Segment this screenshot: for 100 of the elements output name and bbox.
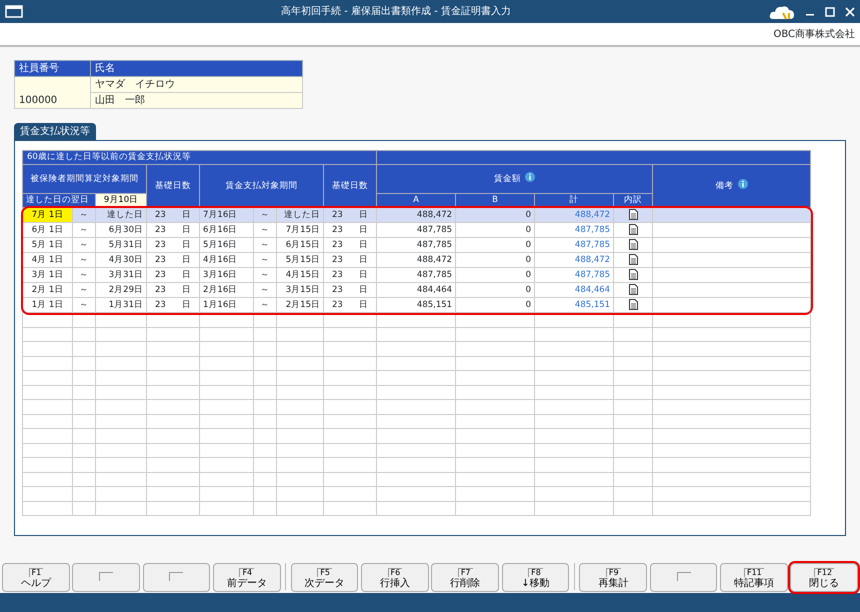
day-unit: 日	[182, 254, 191, 266]
table-cell: ～	[254, 222, 276, 238]
day-count: 23	[155, 208, 166, 222]
day-count: 23	[155, 298, 166, 312]
table-cell-text: 5月 1日	[30, 239, 64, 252]
day-unit: 日	[359, 238, 368, 252]
day-count: 23	[155, 284, 166, 296]
function-key-button[interactable]: F11 特記事項	[720, 563, 788, 592]
function-key-button[interactable]: F7 行削除	[431, 563, 500, 592]
table-cell: 0	[456, 268, 535, 282]
employee-name: 山田 一郎	[95, 95, 145, 106]
column-header: 社員番号	[14, 60, 90, 76]
table-row[interactable]: 6月 1日 ～ 6月30日 23 日 6月16日 ～ 7月15日 23 日 487,785 0 487,785	[22, 222, 811, 238]
table-cell: ～	[254, 268, 276, 282]
info-icon[interactable]	[738, 179, 748, 190]
table-cell: 487,785	[534, 222, 614, 238]
day-unit: 日	[182, 238, 191, 252]
table-cell: 1月16日	[200, 298, 254, 312]
table-cell: 488,472	[376, 208, 456, 222]
day-count: 23	[155, 268, 166, 282]
table-cell: ～	[72, 298, 96, 312]
table-cell: ～	[72, 268, 96, 282]
table-cell: 0	[456, 282, 535, 298]
table-row[interactable]: 2月 1日 ～ 2月29日 23 日 2月16日 ～ 3月15日 23 日 484,464 0 484,464	[22, 282, 811, 298]
table-cell: 488,472	[534, 208, 614, 222]
day-unit: 日	[182, 224, 191, 236]
maximize-icon[interactable]	[825, 6, 835, 16]
table-cell: 達した日	[276, 208, 324, 222]
table-row[interactable]: 1月 1日 ～ 1月31日 23 日 1月16日 ～ 2月15日 23 日 485,151 0 485,151	[22, 298, 811, 312]
document-icon[interactable]	[628, 284, 638, 295]
table-cell: 4月16日	[200, 252, 254, 268]
employee-number: 100000	[19, 95, 58, 106]
table-cell: 6月15日	[276, 238, 324, 252]
tab[interactable]: 賃金支払状況等	[14, 123, 96, 140]
day-unit: 日	[182, 298, 191, 312]
close-icon[interactable]	[845, 6, 855, 16]
table-row[interactable]: 3月 1日 ～ 3月31日 23 日 3月16日 ～ 4月15日 23 日 487,785 0 487,785	[22, 268, 811, 282]
day-count: 23	[155, 224, 166, 236]
table-cell: 5月16日	[200, 238, 254, 252]
function-key-button[interactable]: F1 ヘルプ	[2, 563, 70, 592]
document-icon[interactable]	[628, 208, 638, 220]
table-cell: 488,472	[534, 252, 614, 268]
table-cell: 2月15日	[276, 298, 324, 312]
function-key-button[interactable]: F12 閉じる	[790, 563, 858, 592]
section-header: 60歳に達した日等以前の賃金支払状況等	[22, 150, 377, 164]
table-cell: 1月31日	[96, 298, 146, 312]
function-key-button[interactable]: F4 前データ	[212, 563, 281, 592]
table-cell: 0	[456, 298, 535, 312]
info-icon[interactable]	[525, 172, 536, 182]
table-cell-text: 3月 1日	[30, 269, 64, 282]
table-cell: ～	[254, 252, 276, 268]
day-unit: 日	[359, 224, 368, 236]
table-cell: 487,785	[376, 222, 456, 238]
day-count: 23	[155, 254, 166, 266]
table-cell: 484,464	[534, 282, 614, 298]
function-key-button[interactable]: F8 ↓移動	[502, 563, 570, 592]
company-name: OBC商事株式会社	[773, 28, 855, 42]
document-icon[interactable]	[628, 298, 638, 310]
window-icon	[5, 5, 23, 18]
day-unit: 日	[359, 254, 368, 266]
table-cell: 3月15日	[276, 282, 324, 298]
day-count: 23	[332, 268, 343, 282]
table-cell: 達した日	[96, 208, 146, 222]
document-icon[interactable]	[628, 268, 638, 280]
day-unit: 日	[359, 208, 368, 222]
name-kana: ヤマダ イチロウ	[95, 79, 175, 90]
day-unit: 日	[359, 284, 368, 296]
table-row[interactable]: 7月 1日 ～ 達した日 23 日 7月16日 ～ 達した日 23 日 488,472 0 488,472	[22, 208, 811, 222]
day-count: 23	[332, 298, 343, 312]
table-row[interactable]: 4月 1日 ～ 4月30日 23 日 4月16日 ～ 5月15日 23 日 488,472 0 488,472	[22, 252, 811, 268]
table-cell: 7月16日	[200, 208, 254, 222]
table-cell: 4月30日	[96, 252, 146, 268]
table-cell: 487,785	[534, 238, 614, 252]
table-cell: 5月31日	[96, 238, 146, 252]
function-key-button[interactable]: F6 行挿入	[360, 563, 429, 592]
day-unit: 日	[359, 268, 368, 282]
table-cell: 485,151	[534, 298, 614, 312]
document-icon[interactable]	[628, 238, 638, 250]
day-unit: 日	[182, 284, 191, 296]
table-cell: 0	[456, 252, 535, 268]
header-label: 備考	[716, 181, 734, 192]
table-cell: 3月16日	[200, 268, 254, 282]
column-header: 被保険者期間算定対象期間	[22, 164, 146, 194]
table-cell: 5月15日	[276, 252, 324, 268]
table-cell: 0	[456, 208, 535, 222]
table-cell: 2月29日	[96, 282, 146, 298]
function-key-button[interactable]: F9 再集計	[579, 563, 648, 592]
table-cell: 487,785	[376, 268, 456, 282]
table-cell: 7月 1日	[23, 208, 72, 222]
table-cell: 3月31日	[96, 268, 146, 282]
document-icon[interactable]	[628, 224, 638, 235]
function-key-button[interactable]: F5 次データ	[290, 563, 358, 592]
day-count: 23	[332, 224, 343, 236]
table-cell: 2月16日	[200, 282, 254, 298]
table-cell: 484,464	[376, 282, 456, 298]
column-header: 基礎日数	[324, 164, 377, 208]
day-count: 23	[332, 238, 343, 252]
table-row[interactable]: 5月 1日 ～ 5月31日 23 日 5月16日 ～ 6月15日 23 日 487,785 0 487,785	[22, 238, 811, 252]
window-title: 高年初回手続 - 雇保届出書類作成 - 賃金証明書入力	[280, 4, 512, 19]
document-icon[interactable]	[628, 254, 638, 265]
